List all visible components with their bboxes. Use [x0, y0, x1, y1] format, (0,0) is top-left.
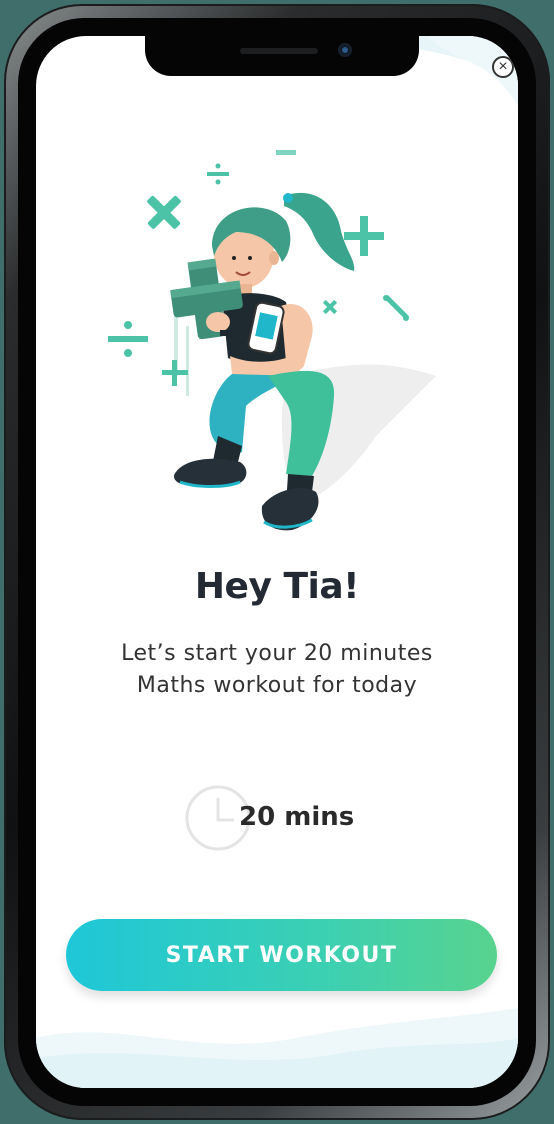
- bottom-wave-decoration: [36, 1008, 518, 1088]
- message-line-2: Maths workout for today: [136, 673, 418, 698]
- start-workout-button[interactable]: START WORKOUT: [66, 919, 497, 991]
- duration-label: 20 mins: [239, 802, 355, 832]
- front-camera-icon: [338, 43, 352, 57]
- phone-notch: [145, 36, 419, 76]
- message-line-1: Let’s start your 20 minutes: [121, 641, 433, 666]
- app-screen: × Hey Tia! Let’s start your 20 minutes M…: [36, 36, 518, 1088]
- fitness-girl-illustration: [108, 150, 436, 531]
- duration-indicator: 20 mins: [184, 784, 414, 852]
- greeting-title: Hey Tia!: [194, 566, 360, 607]
- speaker-grille: [240, 48, 318, 54]
- workout-message: Let’s start your 20 minutes Maths workou…: [76, 638, 478, 702]
